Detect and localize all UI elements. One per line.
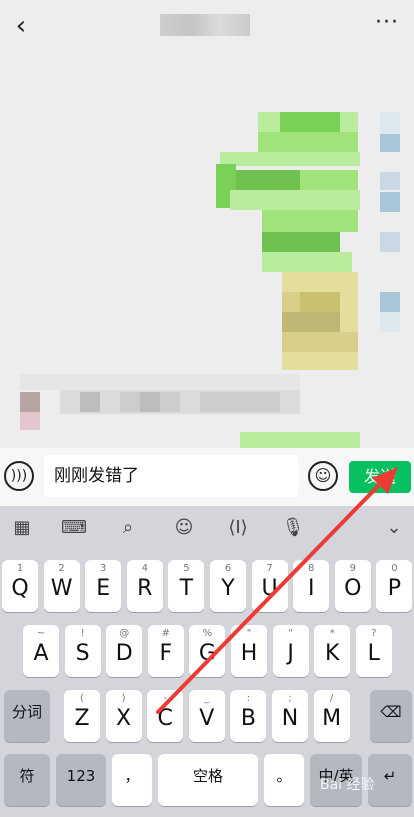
key-secondary-char: 8 [308, 563, 315, 574]
key-u[interactable]: 7U [251, 560, 288, 612]
key-d[interactable]: @ D [106, 625, 143, 677]
search-icon[interactable]: ⌕ [114, 514, 142, 542]
send-button[interactable]: 发送 [349, 461, 411, 493]
key-h[interactable]: " H [231, 625, 267, 677]
fenci-key[interactable]: 分词 [4, 690, 50, 742]
back-chevron-icon[interactable]: ‹ [6, 10, 36, 42]
key-x[interactable]: ) X [105, 690, 142, 742]
microphone-icon[interactable]: 🎙 [279, 514, 307, 542]
comma-key[interactable]: ， [112, 754, 152, 806]
key-secondary-char: 7 [266, 563, 273, 574]
key-o[interactable]: 9O [334, 560, 371, 612]
key-secondary-char: * [329, 628, 335, 639]
key-w[interactable]: 2W [43, 560, 80, 612]
period-key[interactable]: 。 [264, 754, 304, 806]
key-secondary-char: 6 [224, 563, 232, 574]
more-options-icon[interactable]: ··· [370, 10, 404, 42]
symbols-key[interactable]: 符 [4, 754, 50, 806]
grid-apps-icon[interactable]: ▦ [8, 514, 36, 542]
key-y[interactable]: 6Y [210, 560, 246, 612]
key-secondary-char: # [161, 628, 170, 639]
key-secondary-char: 9 [349, 563, 356, 574]
emoji-face-icon[interactable]: ☺ [170, 514, 198, 542]
key-n[interactable]: ; N [272, 690, 308, 742]
backspace-key[interactable]: ⌫ [370, 690, 412, 742]
cursor-move-icon[interactable]: ⟨I⟩ [224, 514, 252, 542]
key-secondary-char: ( [80, 693, 84, 704]
collapse-chevron-down-icon[interactable]: ⌄ [380, 514, 408, 542]
key-secondary-char: ! [80, 628, 85, 639]
watermark: Bai 经验 [320, 777, 375, 793]
key-f[interactable]: # F [147, 625, 184, 677]
key-secondary-char: 2 [58, 563, 65, 574]
numbers-key[interactable]: 123 [56, 754, 106, 806]
key-secondary-char: 5 [183, 563, 190, 574]
key-secondary-char: / [329, 693, 334, 704]
emoji-icon[interactable]: ☺ [308, 461, 338, 491]
key-l[interactable]: ? L [355, 625, 392, 677]
key-secondary-char: - [163, 693, 167, 704]
key-i[interactable]: 8I [293, 560, 330, 612]
key-secondary-char: % [202, 628, 213, 639]
backspace-icon: ⌫ [380, 703, 402, 721]
key-secondary-char: ; [288, 693, 292, 704]
keyboard-switch-icon[interactable]: ⌨ [60, 514, 88, 542]
key-secondary-char: 4 [141, 563, 148, 574]
key-e[interactable]: 3E [85, 560, 122, 612]
key-secondary-char: _ [204, 693, 210, 704]
key-secondary-char: 3 [100, 563, 107, 574]
key-z[interactable]: (Z [64, 690, 100, 742]
key-v[interactable]: _ V [188, 690, 225, 742]
key-p[interactable]: 0P [376, 560, 413, 612]
key-g[interactable]: % G [189, 625, 226, 677]
key-secondary-char: ) [121, 693, 126, 704]
key-m[interactable]: / M [313, 690, 350, 742]
key-secondary-char: @ [119, 628, 130, 639]
key-c[interactable]: -C [147, 690, 184, 742]
key-a[interactable]: ~ A [23, 625, 59, 677]
key-secondary-char: ~ [36, 628, 46, 639]
key-q[interactable]: 1Q [2, 560, 38, 612]
key-secondary-char: " [246, 628, 252, 639]
voice-input-icon[interactable]: ))) [4, 461, 34, 491]
key-s[interactable]: ! S [64, 625, 101, 677]
key-b[interactable]: :B [230, 690, 267, 742]
message-input[interactable]: 刚刚发错了 [44, 455, 298, 497]
chat-title-blurred [160, 14, 250, 36]
key-t[interactable]: 5T [168, 560, 205, 612]
key-secondary-char: 1 [16, 563, 24, 574]
key-j[interactable]: " J [272, 625, 309, 677]
key-secondary-char: 0 [391, 563, 398, 574]
key-k[interactable]: * K [314, 625, 351, 677]
key-secondary-char: ? [371, 628, 377, 639]
chat-area [0, 52, 414, 490]
key-secondary-char: : [246, 693, 251, 704]
key-secondary-char: " [288, 628, 293, 639]
key-r[interactable]: 4R [126, 560, 163, 612]
space-key[interactable]: 空格 [158, 754, 258, 806]
